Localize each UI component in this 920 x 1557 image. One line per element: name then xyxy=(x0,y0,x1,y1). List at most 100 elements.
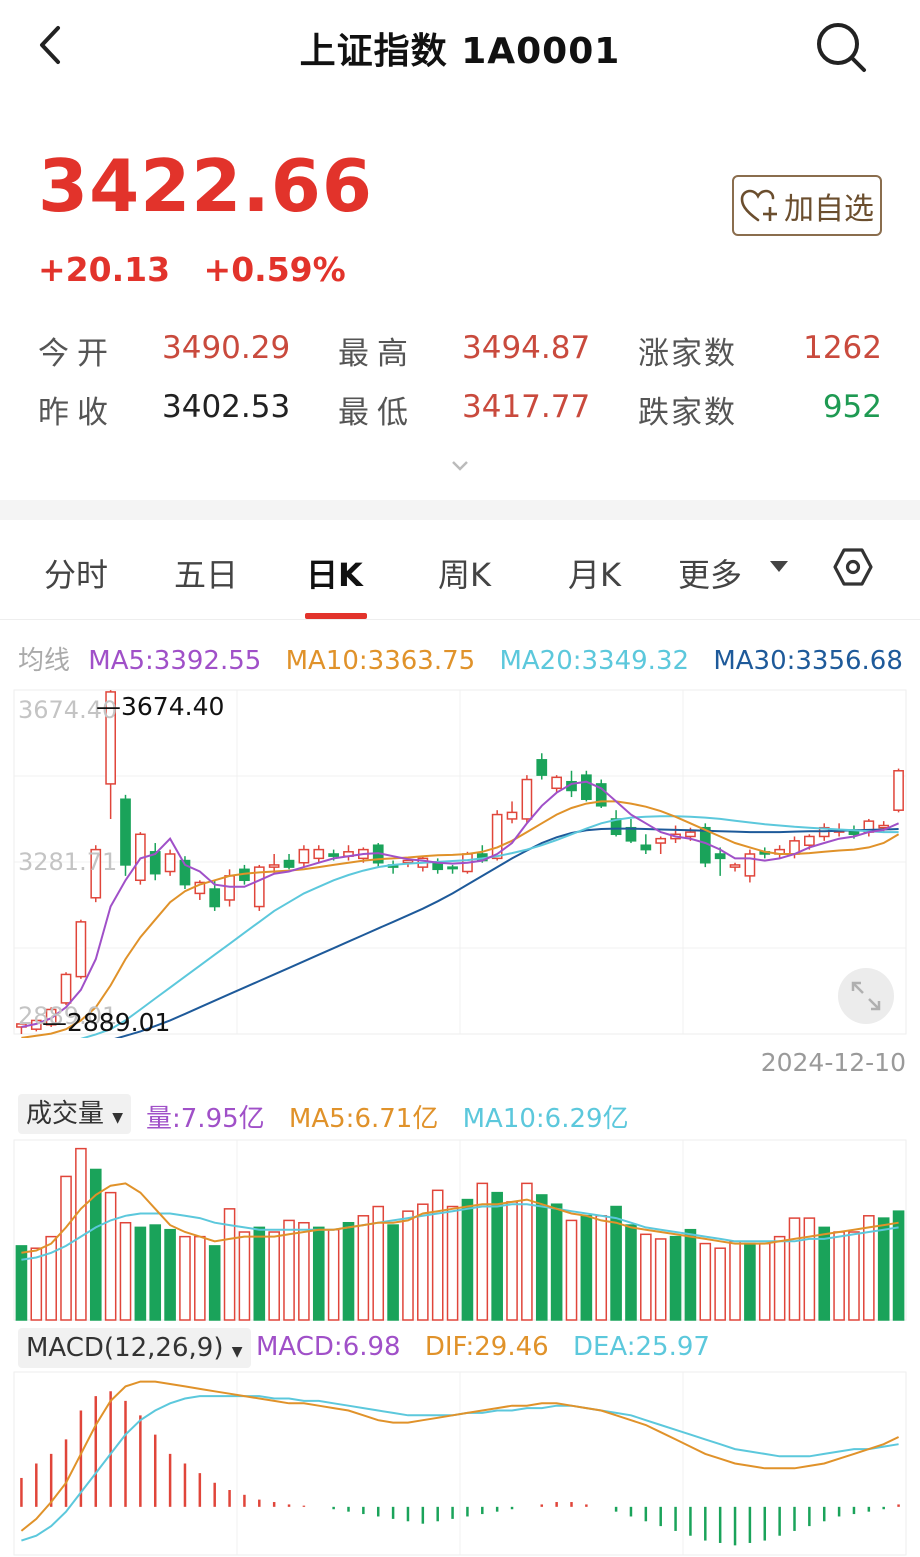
volume-bar xyxy=(640,1233,652,1321)
candle-body xyxy=(744,853,756,877)
caret-down-icon[interactable] xyxy=(768,558,790,574)
change-percent: +0.59% xyxy=(203,250,346,289)
macd-chart[interactable] xyxy=(0,1370,920,1557)
candle-body xyxy=(685,831,696,838)
tab-daily-k[interactable]: 日K xyxy=(306,550,363,596)
volume-ma10-value: MA10:6.29亿 xyxy=(462,1104,629,1134)
volume-indicator-selector[interactable]: 成交量 ▼ xyxy=(18,1094,132,1134)
caret-down-icon: ▼ xyxy=(112,1110,124,1126)
volume-bar xyxy=(15,1245,28,1321)
volume-selector-label: 成交量 xyxy=(26,1099,105,1129)
volume-chart[interactable] xyxy=(0,1138,920,1322)
volume-bar xyxy=(654,1238,667,1321)
macd-selector-label: MACD(12,26,9) xyxy=(26,1333,224,1363)
settings-icon[interactable] xyxy=(832,546,874,588)
expand-icon xyxy=(851,981,881,1011)
candle-body xyxy=(298,848,310,864)
macd-value: MACD:6.98 xyxy=(256,1332,401,1362)
volume-bar xyxy=(179,1235,191,1321)
volume-bar xyxy=(342,1221,355,1321)
open-label: 今开 xyxy=(38,336,116,372)
candle-body xyxy=(224,875,235,901)
fullscreen-button[interactable] xyxy=(838,968,894,1024)
candle-body xyxy=(60,973,72,1004)
volume-bar xyxy=(848,1231,860,1321)
candle-body xyxy=(714,853,726,860)
ma5-value: MA5:3392.55 xyxy=(88,646,262,676)
volume-bar xyxy=(833,1231,845,1321)
tab-intraday[interactable]: 分时 xyxy=(44,550,108,596)
active-tab-indicator xyxy=(305,613,367,619)
macd-indicator-selector[interactable]: MACD(12,26,9) ▼ xyxy=(18,1328,251,1368)
volume-bar xyxy=(268,1231,280,1321)
candle-body xyxy=(447,866,458,870)
volume-bar xyxy=(669,1235,682,1321)
prev-close-label: 昨收 xyxy=(38,395,116,431)
max-price-marker: —3674.40 xyxy=(96,692,224,721)
candle-body xyxy=(581,774,592,800)
change-value: +20.13 xyxy=(38,250,171,289)
tab-more[interactable]: 更多 xyxy=(678,550,742,596)
candle-body xyxy=(729,864,741,868)
min-marker-value: 2889.01 xyxy=(67,1008,171,1037)
candle-body xyxy=(804,835,815,846)
macd-legend: MACD:6.98 DIF:29.46 DEA:25.97 xyxy=(256,1332,710,1362)
max-marker-value: 3674.40 xyxy=(121,692,225,721)
ma-legend: 均线 MA5:3392.55 MA10:3363.75 MA20:3349.32… xyxy=(18,640,903,677)
volume-bar xyxy=(729,1240,741,1321)
heart-plus-icon xyxy=(740,189,777,221)
volume-bar xyxy=(491,1191,503,1321)
volume-bar xyxy=(506,1201,518,1321)
tab-weekly-k[interactable]: 周K xyxy=(438,550,491,596)
add-favorite-button[interactable]: 加自选 xyxy=(732,175,882,236)
volume-bar xyxy=(253,1226,266,1321)
up-count-value: 1262 xyxy=(803,330,882,366)
candle-body xyxy=(655,837,667,844)
chevron-down-icon[interactable] xyxy=(450,458,470,474)
candle-body xyxy=(313,848,325,860)
open-value: 3490.29 xyxy=(162,330,291,366)
volume-bar xyxy=(417,1203,429,1321)
volume-bar xyxy=(535,1194,548,1321)
down-count-label: 跌家数 xyxy=(638,395,737,431)
candle-body xyxy=(120,798,131,866)
prev-close-value: 3402.53 xyxy=(162,389,291,425)
add-favorite-label: 加自选 xyxy=(784,191,874,227)
ma30-value: MA30:3356.68 xyxy=(713,646,903,676)
dif-value: DIF:29.46 xyxy=(424,1332,549,1362)
candle-body xyxy=(164,853,176,873)
tab-monthly-k[interactable]: 月K xyxy=(568,550,621,596)
volume-bar xyxy=(595,1215,608,1321)
candle-body xyxy=(536,759,548,776)
volume-bar xyxy=(119,1221,132,1321)
volume-bar xyxy=(580,1215,593,1321)
candle-body xyxy=(328,853,339,857)
volume-bar xyxy=(788,1217,801,1321)
candle-body xyxy=(209,888,221,908)
low-value: 3417.77 xyxy=(462,389,591,425)
page-title: 上证指数 1A0001 xyxy=(299,31,621,72)
low-label: 最低 xyxy=(338,395,416,431)
volume-value: 量:7.95亿 xyxy=(146,1104,265,1134)
current-price: 3422.66 xyxy=(38,144,373,228)
volume-bar xyxy=(208,1245,221,1321)
ma10-value: MA10:3363.75 xyxy=(285,646,476,676)
volume-bar xyxy=(714,1247,726,1321)
tab-five-day[interactable]: 五日 xyxy=(174,550,238,596)
kline-chart[interactable] xyxy=(0,688,920,1038)
volume-bar xyxy=(758,1242,771,1321)
volume-ma5-value: MA5:6.71亿 xyxy=(288,1104,439,1134)
candle-body xyxy=(551,776,562,790)
high-label: 最高 xyxy=(338,336,416,372)
volume-bar xyxy=(773,1235,786,1321)
volume-bar xyxy=(699,1242,712,1321)
volume-bar xyxy=(312,1226,325,1321)
volume-bar xyxy=(164,1228,176,1321)
volume-bar xyxy=(134,1226,147,1321)
candle-body xyxy=(283,859,295,868)
candle-body xyxy=(75,921,87,978)
search-button[interactable] xyxy=(812,18,870,76)
candle-body xyxy=(268,864,280,868)
volume-bar xyxy=(744,1242,756,1321)
ma20-value: MA20:3349.32 xyxy=(499,646,690,676)
